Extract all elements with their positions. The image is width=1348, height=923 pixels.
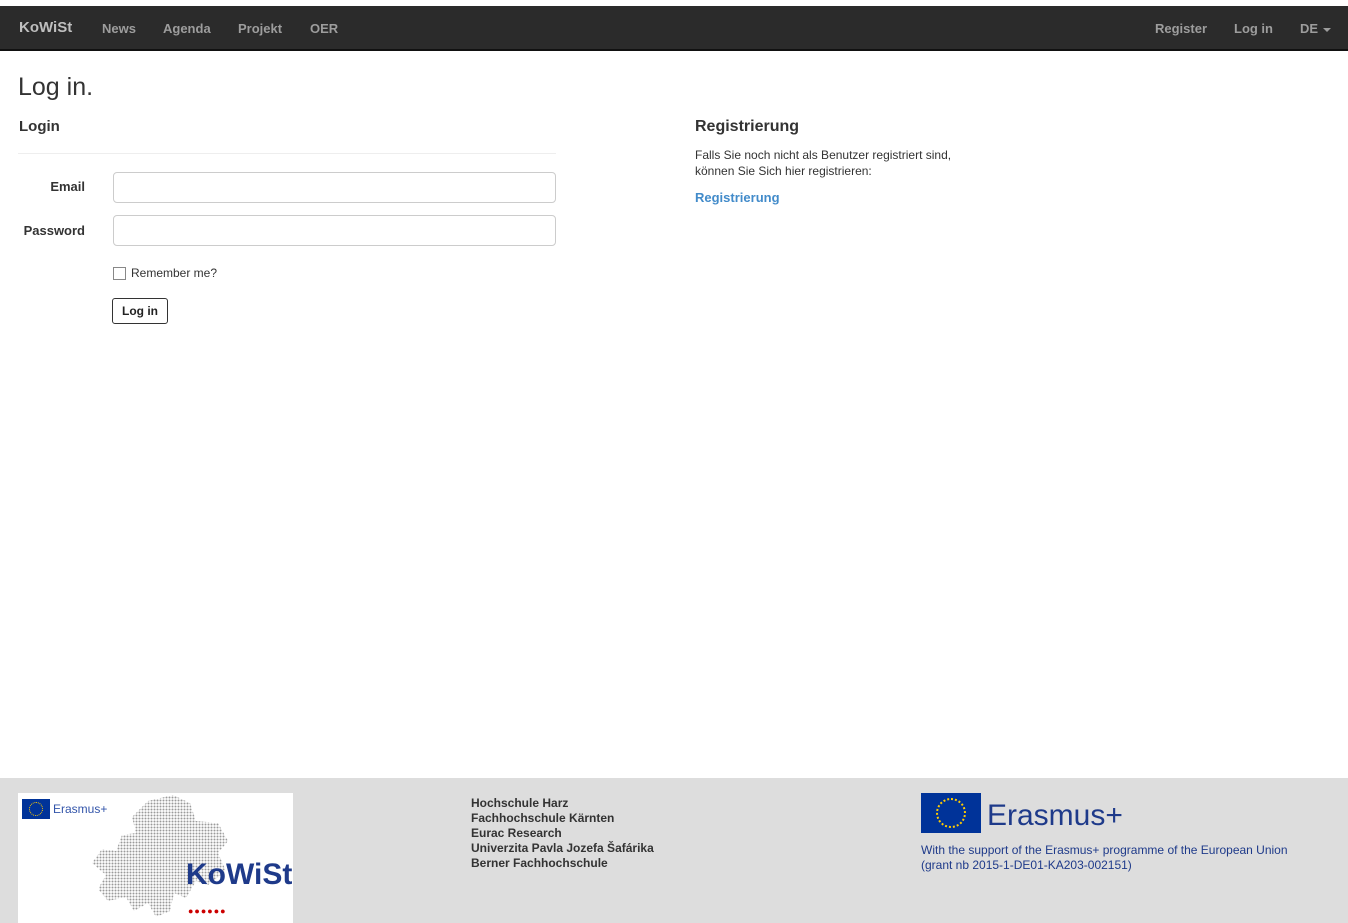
partner-item: Eurac Research — [471, 826, 562, 840]
support-line1: With the support of the Erasmus+ program… — [921, 843, 1288, 857]
eu-flag-small-icon — [22, 799, 50, 819]
email-label: Email — [50, 179, 85, 194]
partner-item: Berner Fachhochschule — [471, 856, 608, 870]
erasmus-plus-text: Erasmus+ — [987, 799, 1123, 832]
password-field[interactable] — [113, 215, 556, 246]
eu-support-text: With the support of the Erasmus+ program… — [921, 843, 1341, 873]
remember-label[interactable]: Remember me? — [131, 266, 217, 280]
brand-link[interactable]: KoWiSt — [19, 19, 72, 36]
remember-checkbox[interactable] — [113, 266, 126, 280]
flags-icon: ●●●●●● — [188, 906, 227, 916]
page-title: Log in. — [18, 73, 94, 101]
nav-register[interactable]: Register — [1155, 21, 1207, 36]
partner-item: Fachhochschule Kärnten — [471, 811, 615, 825]
partner-item: Univerzita Pavla Jozefa Šafárika — [471, 841, 654, 855]
nav-oer[interactable]: OER — [310, 21, 338, 36]
register-text-line1: Falls Sie noch nicht als Benutzer regist… — [695, 148, 952, 162]
partner-list: Hochschule Harz Fachhochschule Kärnten E… — [471, 796, 654, 871]
nav-agenda[interactable]: Agenda — [163, 21, 211, 36]
password-label: Password — [23, 223, 85, 238]
logo-erasmus-text: Erasmus+ — [53, 802, 108, 816]
nav-news[interactable]: News — [102, 21, 136, 36]
nav-projekt[interactable]: Projekt — [238, 21, 282, 36]
divider — [18, 153, 556, 154]
logo-kowist-text: KoWiSt — [186, 858, 293, 891]
remember-me: Remember me? — [113, 266, 217, 280]
nav-login[interactable]: Log in — [1234, 21, 1273, 36]
register-link[interactable]: Registrierung — [695, 190, 780, 205]
caret-down-icon — [1323, 27, 1332, 32]
language-label: DE — [1300, 21, 1319, 36]
register-text: Falls Sie noch nicht als Benutzer regist… — [695, 147, 1015, 179]
eu-flag-icon — [921, 793, 981, 833]
kowist-logo: Erasmus+ KoWiSt ●●●●●● — [18, 793, 293, 923]
footer: Erasmus+ KoWiSt ●●●●●● Hochschule Harz F… — [0, 778, 1348, 923]
login-section-title: Login — [19, 118, 60, 135]
register-text-line2: können Sie Sich hier registrieren: — [695, 164, 872, 178]
language-dropdown[interactable]: DE — [1300, 21, 1332, 36]
partner-item: Hochschule Harz — [471, 796, 569, 810]
support-line2: (grant nb 2015-1-DE01-KA203-002151) — [921, 858, 1132, 872]
navbar: KoWiSt News Agenda Projekt OER Register … — [0, 6, 1348, 51]
email-field[interactable] — [113, 172, 556, 203]
register-title: Registrierung — [695, 118, 800, 135]
login-button[interactable]: Log in — [112, 298, 168, 324]
